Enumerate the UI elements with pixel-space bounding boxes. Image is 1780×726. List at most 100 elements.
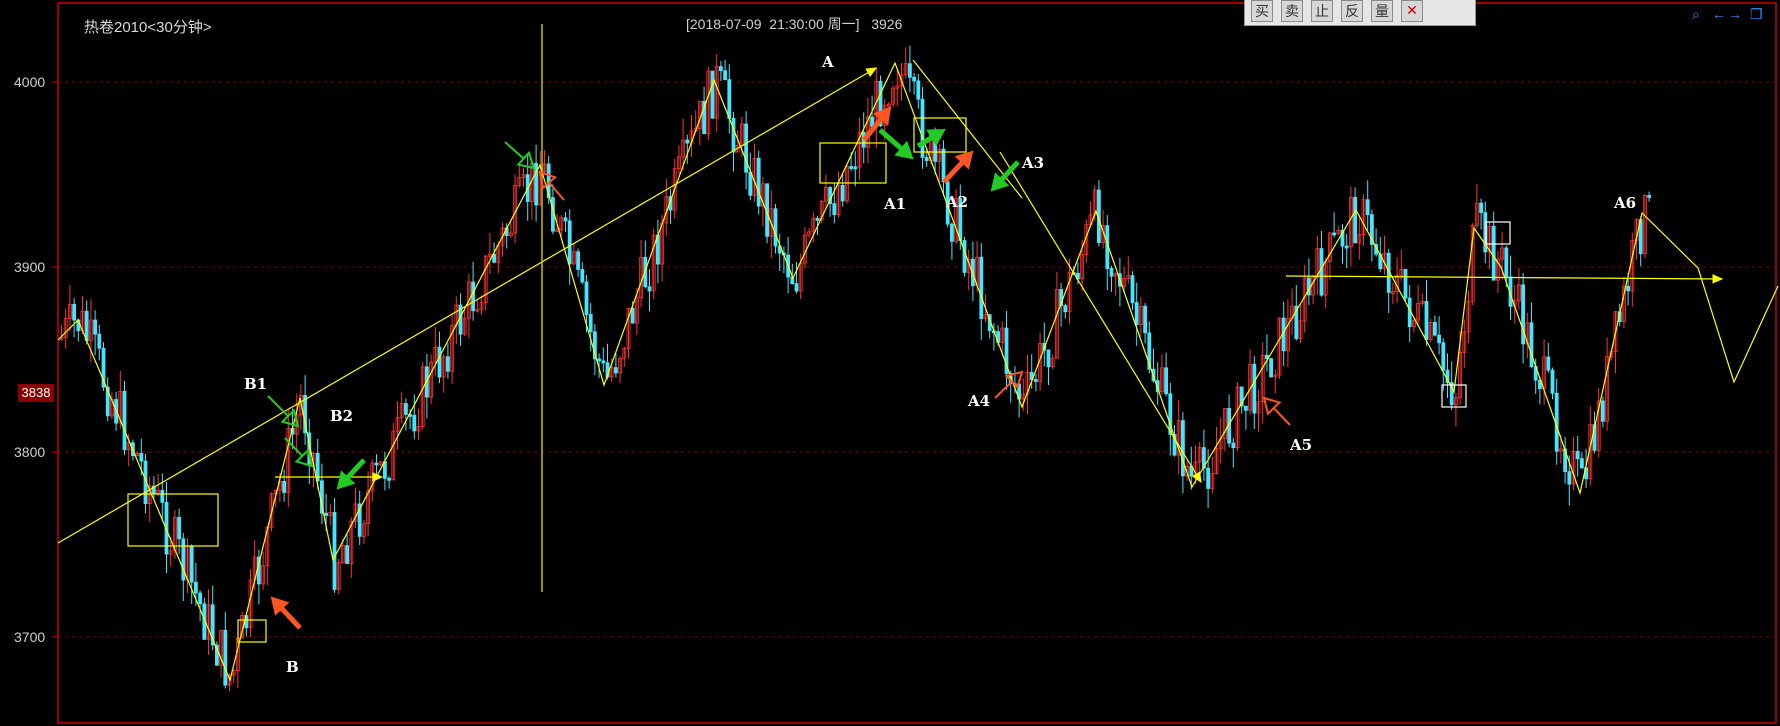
candle-body: [630, 307, 635, 324]
candle-body: [198, 592, 203, 605]
candle-body: [1626, 285, 1630, 292]
candle-body: [1580, 458, 1584, 469]
orange-arrow: [270, 596, 302, 630]
candle-body: [748, 171, 753, 196]
zoom-icon[interactable]: ⌕: [1692, 6, 1700, 23]
chart-frame: [57, 2, 1777, 724]
candle-body: [647, 286, 652, 292]
candle-body: [1164, 367, 1168, 395]
candle-body: [282, 480, 287, 493]
price-axis: 4000 3900 3800 3700: [14, 74, 58, 645]
green-arrow: [267, 395, 300, 428]
candle-body: [1441, 342, 1446, 371]
candle-body: [1504, 247, 1509, 278]
candle-body: [177, 516, 182, 540]
candle-body: [576, 251, 580, 270]
candle-body: [437, 346, 442, 378]
candle-body: [1567, 471, 1572, 485]
candle-body: [1550, 369, 1555, 394]
candle-body: [223, 629, 228, 686]
candle-body: [72, 303, 76, 321]
chart-title: 热卷2010<30分钟>: [84, 19, 212, 36]
info-bar: [2018-07-09 21:30:00 周一] 3926: [686, 14, 902, 34]
y-tick-label: 3800: [14, 444, 45, 460]
candle-body: [597, 358, 601, 362]
arrow-right-icon[interactable]: →: [1728, 6, 1742, 22]
candle-body: [1403, 268, 1408, 299]
candle-body: [1529, 322, 1534, 367]
wave-label-a6: A6: [1613, 194, 1636, 212]
reverse-button[interactable]: 反: [1341, 0, 1363, 22]
wave-label-b2: B2: [330, 407, 353, 425]
sell-button[interactable]: 卖: [1281, 0, 1303, 22]
wave-label-a3: A3: [1021, 154, 1044, 172]
value-readout: 3926: [871, 16, 903, 32]
candle-body: [731, 118, 736, 153]
candle-body: [139, 453, 144, 462]
candle-body: [1479, 202, 1483, 214]
candle-body: [93, 319, 97, 335]
datetime-readout: [2018-07-09 21:30:00 周一]: [686, 16, 860, 32]
candle-body: [941, 148, 946, 183]
candle-body: [345, 545, 350, 564]
candle-body: [1252, 363, 1257, 414]
current-price-badge: 3838: [18, 384, 54, 402]
trend-line-a: [57, 67, 878, 544]
candle-body: [832, 203, 837, 215]
candle-body: [412, 414, 417, 432]
candle-body: [840, 184, 845, 202]
wave-label-a: A: [821, 53, 834, 71]
candle-body: [916, 80, 921, 100]
candle-body: [189, 545, 194, 583]
candle-body: [912, 76, 916, 82]
candle-body: [962, 240, 967, 273]
candlestick-chart[interactable]: 4000 3900 3800 3700 A B B1 B2 A1 A2 A3 A4 A5 A6: [0, 0, 1780, 726]
candle-body: [1433, 322, 1437, 336]
candle-body: [719, 66, 723, 72]
candle-body: [1244, 405, 1248, 411]
candle-body: [1206, 467, 1210, 489]
volume-button[interactable]: 量: [1371, 0, 1393, 22]
green-arrow: [504, 141, 536, 170]
price-grid: [58, 81, 1776, 638]
candle-body: [794, 283, 799, 292]
wave-label-b: B: [286, 658, 299, 676]
candle-body: [588, 314, 593, 333]
candle-body: [193, 581, 198, 594]
candle-body: [324, 512, 329, 516]
y-tick-label: 4000: [14, 74, 45, 90]
candle-body: [445, 356, 450, 372]
candle-body: [744, 123, 748, 173]
close-icon[interactable]: ✕: [1401, 0, 1423, 22]
candle-body: [580, 269, 585, 283]
candle-body: [584, 281, 589, 315]
candle-body: [387, 477, 392, 481]
orange-arrow: [942, 150, 974, 184]
candle-body: [756, 157, 761, 207]
y-tick-label: 3900: [14, 259, 45, 275]
candle-body: [1319, 248, 1324, 296]
buy-button[interactable]: 买: [1251, 0, 1273, 22]
candle-body: [567, 220, 572, 265]
green-arrow: [336, 458, 366, 490]
restore-icon[interactable]: ❐: [1750, 6, 1763, 23]
candle-body: [908, 63, 912, 78]
candle-body: [1134, 302, 1139, 325]
candle-body: [1034, 379, 1038, 382]
wave-label-a2: A2: [945, 193, 968, 211]
candle-body: [1575, 451, 1580, 460]
candle-body: [1109, 268, 1114, 277]
candle-body: [1491, 225, 1496, 281]
candle-body: [727, 79, 732, 119]
candle-body: [1181, 420, 1185, 477]
candle-body: [849, 166, 853, 169]
arrow-left-icon[interactable]: ←: [1712, 6, 1726, 22]
candle-body: [122, 391, 127, 451]
wave-label-a5: A5: [1289, 436, 1312, 454]
candle-body: [160, 489, 165, 503]
candle-body: [84, 310, 89, 342]
candle-body: [1521, 284, 1525, 345]
candle-body: [601, 360, 606, 364]
candle-body: [1269, 358, 1273, 378]
stop-button[interactable]: 止: [1311, 0, 1333, 22]
